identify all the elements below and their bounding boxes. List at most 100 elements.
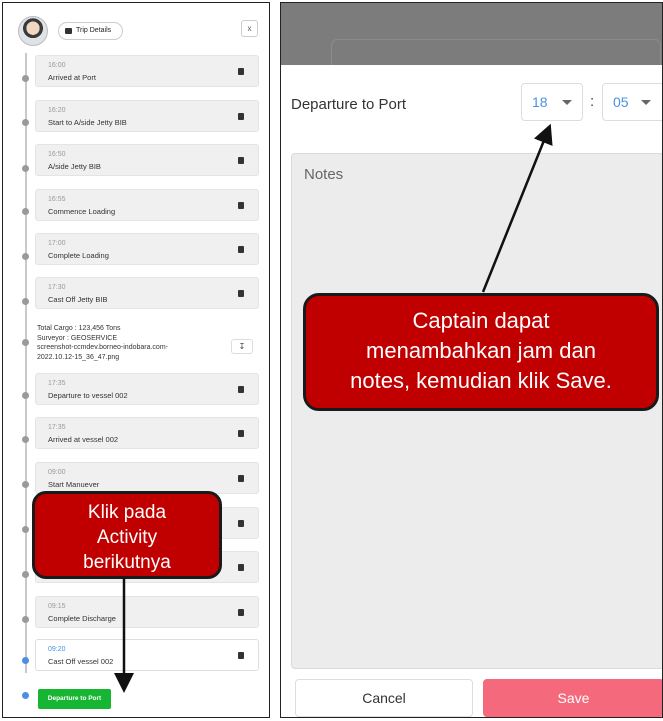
dimmed-backdrop xyxy=(281,3,662,65)
activity-time: 17:30 xyxy=(48,284,66,291)
activity-name: A/side Jetty BIB xyxy=(48,162,101,171)
doc-icon[interactable] xyxy=(238,246,244,253)
doc-icon[interactable] xyxy=(238,386,244,393)
time-separator: : xyxy=(590,93,595,110)
timeline-line xyxy=(25,53,27,673)
doc-icon[interactable] xyxy=(238,430,244,437)
activity-card[interactable]: 16:55 Commence Loading xyxy=(35,189,259,221)
activity-card[interactable]: 17:35 Departure to vessel 002 xyxy=(35,373,259,405)
activity-card[interactable]: 17:35 Arrived at vessel 002 xyxy=(35,417,259,449)
activity-time: 17:00 xyxy=(48,240,66,247)
departure-to-port-button[interactable]: Departure to Port xyxy=(38,689,111,709)
close-button[interactable]: x xyxy=(241,20,258,37)
timeline-dot xyxy=(22,616,29,623)
activity-card[interactable]: 17:30 Cast Off Jetty BIB xyxy=(35,277,259,309)
avatar[interactable] xyxy=(18,16,48,46)
doc-icon[interactable] xyxy=(238,564,244,571)
activity-time: 17:35 xyxy=(48,424,66,431)
timeline-dot xyxy=(22,526,29,533)
activity-name: Cast Off Jetty BIB xyxy=(48,295,108,304)
callout-line: Captain dapat xyxy=(412,308,550,333)
activity-card[interactable]: 16:20 Start to A/side Jetty BIB xyxy=(35,100,259,132)
activity-time: 16:20 xyxy=(48,107,66,114)
callout-line: Activity xyxy=(96,527,158,548)
activity-card[interactable]: 16:50 A/side Jetty BIB xyxy=(35,144,259,176)
activity-name: Commence Loading xyxy=(48,207,116,216)
activity-name: Departure to vessel 002 xyxy=(48,391,128,400)
activity-name: Start Manuever xyxy=(48,480,100,489)
trip-details-label: Trip Details xyxy=(76,27,112,34)
activity-time: 17:35 xyxy=(48,380,66,387)
doc-icon[interactable] xyxy=(238,68,244,75)
trip-details-tab[interactable]: Trip Details xyxy=(58,22,123,40)
timeline-dot-next xyxy=(22,692,29,699)
doc-icon[interactable] xyxy=(238,113,244,120)
callout-line: notes, kemudian klik Save. xyxy=(350,368,612,393)
timeline-dot xyxy=(22,75,29,82)
download-icon: ↧ xyxy=(238,342,246,351)
activity-name: Cast Off vessel 002 xyxy=(48,657,114,666)
activity-time: 16:50 xyxy=(48,151,66,158)
doc-icon[interactable] xyxy=(238,290,244,297)
activity-form-panel: Departure to Port 18 : 05 Notes Cancel S… xyxy=(280,2,663,718)
panel-header: Trip Details x xyxy=(3,3,269,47)
timeline-dot xyxy=(22,298,29,305)
activity-card[interactable]: 09:00 Start Manuever xyxy=(35,462,259,494)
minute-select[interactable]: 05 xyxy=(602,83,662,121)
timeline-dot xyxy=(22,436,29,443)
timeline-dot xyxy=(22,392,29,399)
activity-card[interactable]: 16:00 Arrived at Port xyxy=(35,55,259,87)
timeline-dot xyxy=(22,119,29,126)
activity-name: Start to A/side Jetty BIB xyxy=(48,118,127,127)
doc-icon[interactable] xyxy=(238,202,244,209)
save-button[interactable]: Save xyxy=(483,679,662,717)
close-icon: x xyxy=(247,24,252,33)
backdrop-card xyxy=(331,39,661,65)
timeline-dot xyxy=(22,208,29,215)
cancel-button[interactable]: Cancel xyxy=(295,679,473,717)
timeline-dot-current xyxy=(22,657,29,664)
timeline-dot xyxy=(22,481,29,488)
caret-down-icon xyxy=(641,100,651,105)
activity-card[interactable]: 17:00 Complete Loading xyxy=(35,233,259,265)
callout-line: menambahkan jam dan xyxy=(366,338,596,363)
activity-card[interactable]: 09:15 Complete Discharge xyxy=(35,596,259,628)
activity-time: 16:00 xyxy=(48,62,66,69)
activity-time: 16:55 xyxy=(48,196,66,203)
download-button[interactable]: ↧ xyxy=(231,339,253,354)
activity-name: Arrived at Port xyxy=(48,73,96,82)
notes-textarea[interactable]: Notes xyxy=(291,153,662,669)
trip-details-panel: Trip Details x 16:00 Arrived at Port 16:… xyxy=(2,2,270,718)
surveyor: Surveyor : GEOSERVICE xyxy=(37,334,118,342)
activity-time: 09:00 xyxy=(48,469,66,476)
trip-icon xyxy=(65,28,72,34)
caret-down-icon xyxy=(562,100,572,105)
activity-name: Arrived at vessel 002 xyxy=(48,435,119,444)
activity-time: 09:20 xyxy=(48,646,66,653)
doc-icon[interactable] xyxy=(238,609,244,616)
timeline-dot xyxy=(22,253,29,260)
timeline-dot xyxy=(22,339,29,346)
doc-icon[interactable] xyxy=(238,520,244,527)
callout-line: berikutnya xyxy=(83,552,171,573)
callout-line: Klik pada xyxy=(87,502,167,523)
hour-value: 18 xyxy=(532,94,548,110)
activity-name: Complete Loading xyxy=(48,251,109,260)
attachment-name-cont: 2022.10.12-15_36_47.png xyxy=(37,353,120,361)
callout-captain-instructions: Captain dapat menambahkan jam dan notes,… xyxy=(303,293,659,411)
doc-icon[interactable] xyxy=(238,475,244,482)
timeline-dot xyxy=(22,571,29,578)
activity-field-label: Departure to Port xyxy=(291,96,407,113)
total-cargo: Total Cargo : 123,456 Tons xyxy=(37,325,121,332)
doc-icon[interactable] xyxy=(238,652,244,659)
activity-name: Complete Discharge xyxy=(48,614,116,623)
doc-icon[interactable] xyxy=(238,157,244,164)
timeline-dot xyxy=(22,165,29,172)
hour-select[interactable]: 18 xyxy=(521,83,583,121)
activity-card-current[interactable]: 09:20 Cast Off vessel 002 xyxy=(35,639,259,671)
cargo-info: Total Cargo : 123,456 Tons Surveyor : GE… xyxy=(37,324,237,362)
minute-value: 05 xyxy=(613,94,629,110)
activity-time: 09:15 xyxy=(48,603,66,610)
callout-next-activity: Klik pada Activity berikutnya xyxy=(32,491,222,579)
attachment-name: screenshot-ccmdev.borneo-indobara.com- xyxy=(37,344,168,351)
